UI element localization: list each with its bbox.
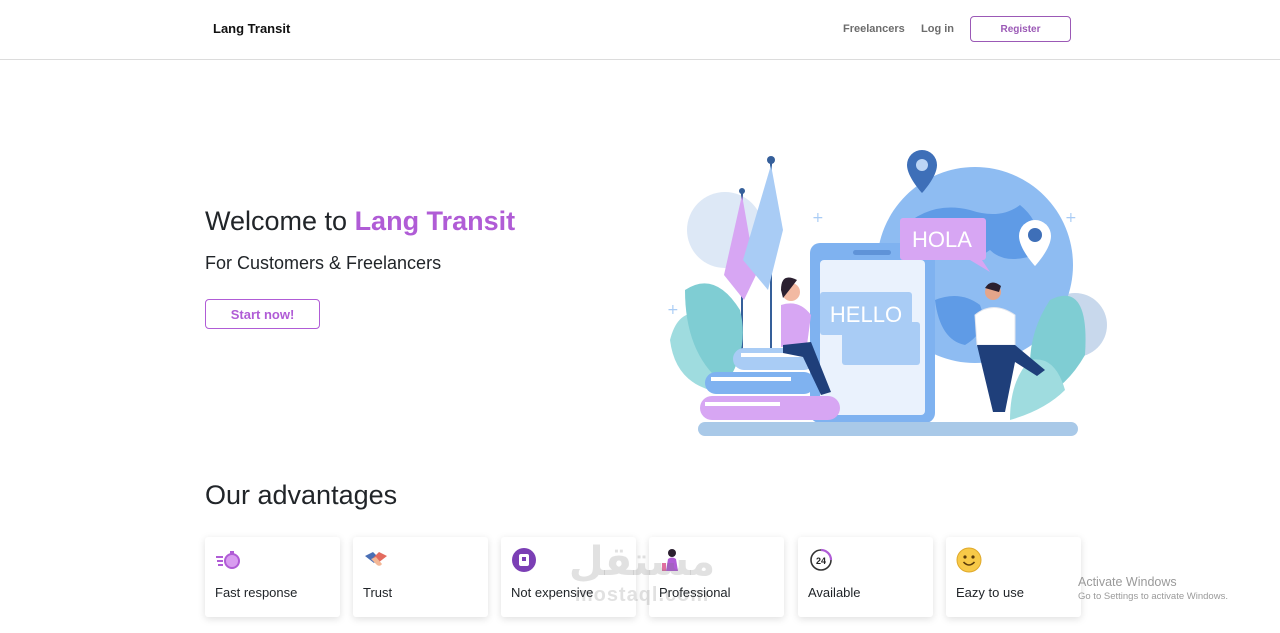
flag-pole-top <box>767 156 775 164</box>
register-button[interactable]: Register <box>970 16 1071 42</box>
sparkle-icon: + <box>667 302 679 318</box>
nav-link-freelancers[interactable]: Freelancers <box>843 23 905 35</box>
activate-windows-title: Activate Windows <box>1078 575 1177 589</box>
pin-center <box>916 159 928 171</box>
sparkle-icon: + <box>1065 210 1077 226</box>
flag-pole-top <box>739 188 745 194</box>
man-body <box>974 307 1016 346</box>
hero-title-accent: Lang Transit <box>354 206 516 236</box>
start-now-button[interactable]: Start now! <box>205 299 320 329</box>
advantage-card-fast-response: Fast response <box>205 537 340 617</box>
24-hours-icon: 24 <box>810 548 833 571</box>
ground <box>698 422 1078 436</box>
hero-title: Welcome to Lang Transit <box>205 206 515 237</box>
hero-title-prefix: Welcome to <box>205 206 355 236</box>
brand-logo[interactable]: Lang Transit <box>213 21 290 36</box>
advantage-label: Eazy to use <box>956 585 1024 600</box>
hello-bubble-shadow <box>842 322 920 365</box>
advantage-card-not-expensive: Not expensive <box>501 537 636 617</box>
handshake-icon <box>365 552 387 566</box>
woman-body <box>781 303 811 347</box>
advantage-card-easy-to-use: Eazy to use <box>946 537 1081 617</box>
activate-windows-notice: Activate Windows Go to Settings to activ… <box>1078 575 1228 602</box>
sparkle-icon: + <box>812 210 824 226</box>
advantage-card-available: 24 Available <box>798 537 933 617</box>
hello-text: HELLO <box>830 302 902 327</box>
phone-speaker <box>853 250 891 255</box>
nav-link-login[interactable]: Log in <box>921 23 954 35</box>
advantage-card-trust: Trust <box>353 537 488 617</box>
book <box>700 396 840 420</box>
wallet-icon <box>512 548 536 572</box>
hero-illustration: HELLO HOLA + + + <box>667 150 1107 436</box>
professional-person-icon <box>662 549 678 571</box>
advantage-label: Available <box>808 585 861 600</box>
advantage-label: Not expensive <box>511 585 594 600</box>
activate-windows-subtitle: Go to Settings to activate Windows. <box>1078 591 1228 602</box>
advantage-label: Fast response <box>215 585 298 600</box>
svg-text:24: 24 <box>816 556 826 566</box>
pin-center <box>1028 228 1042 242</box>
stopwatch-icon <box>216 551 240 569</box>
advantages-title: Our advantages <box>205 480 398 510</box>
advantage-card-professional: Professional <box>649 537 784 617</box>
book-pages <box>705 402 780 406</box>
navbar: Lang Transit Freelancers Log in Register <box>0 0 1280 60</box>
hero-subtitle: For Customers & Freelancers <box>205 253 442 273</box>
hola-text: HOLA <box>912 227 972 252</box>
book-pages <box>711 377 791 381</box>
advantage-label: Professional <box>659 585 731 600</box>
book <box>705 372 815 394</box>
smiley-icon <box>956 547 982 573</box>
advantage-label: Trust <box>363 585 393 600</box>
